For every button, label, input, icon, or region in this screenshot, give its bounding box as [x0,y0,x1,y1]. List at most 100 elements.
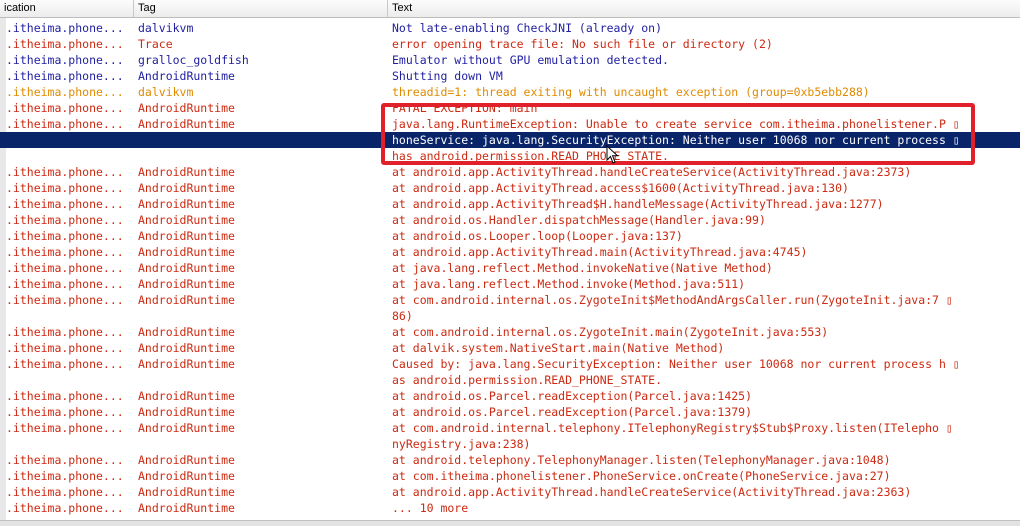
log-tag-cell: AndroidRuntime [138,69,235,83]
log-application-cell: .itheima.phone... [6,181,124,195]
log-row[interactable]: .itheima.phone... AndroidRuntime ... 10 mo… [0,500,1020,516]
log-row[interactable]: .itheima.phone... AndroidRuntime at androi… [0,484,1020,500]
log-application-cell: .itheima.phone... [6,37,124,51]
log-tag-cell: AndroidRuntime [138,501,235,515]
log-row[interactable]: .itheima.phone... Trace error opening trac… [0,36,1020,52]
log-application-cell: .itheima.phone... [6,389,124,403]
log-text-cell: as android.permission.READ_PHONE_STATE. [392,373,663,387]
log-tag-cell: AndroidRuntime [138,469,235,483]
column-header-tag[interactable]: Tag [134,0,388,17]
log-application-cell: .itheima.phone... [6,485,124,499]
log-row[interactable]: .itheima.phone... AndroidRuntime at com.an… [0,324,1020,340]
log-text-cell: at com.android.internal.os.ZygoteInit$Me… [392,293,953,307]
log-tag-cell: AndroidRuntime [138,277,235,291]
log-row[interactable]: .itheima.phone... gralloc_goldfish Emulato… [0,52,1020,68]
log-text-cell: at com.itheima.phonelistener.PhoneServic… [392,469,891,483]
log-application-cell: .itheima.phone... [6,325,124,339]
log-tag-cell: gralloc_goldfish [138,53,249,67]
log-tag-cell: AndroidRuntime [138,117,235,131]
log-application-cell: .itheima.phone... [6,501,124,515]
log-application-cell: .itheima.phone... [6,405,124,419]
log-row[interactable]: .itheima.phone... AndroidRuntime at androi… [0,212,1020,228]
log-tag-cell: AndroidRuntime [138,453,235,467]
log-text-cell: at java.lang.reflect.Method.invoke(Metho… [392,277,746,291]
log-tag-cell: AndroidRuntime [138,421,235,435]
log-row[interactable]: .itheima.phone... AndroidRuntime at com.an… [0,292,1020,308]
log-row[interactable]: as android.permission.READ_PHONE_STATE. [0,372,1020,388]
log-tag-cell: Trace [138,37,173,51]
log-text-cell: at com.android.internal.telephony.ITelep… [392,421,953,435]
log-row[interactable]: .itheima.phone... dalvikvm Not late-enabli… [0,20,1020,36]
log-text-cell: at dalvik.system.NativeStart.main(Native… [392,341,725,355]
log-tag-cell: AndroidRuntime [138,293,235,307]
highlight-box [381,103,975,165]
log-tag-cell: dalvikvm [138,85,194,99]
mouse-cursor-icon [606,145,619,164]
log-application-cell: .itheima.phone... [6,213,124,227]
log-application-cell: .itheima.phone... [6,293,124,307]
log-application-cell: .itheima.phone... [6,421,124,435]
logcat-window: ication Tag Text .itheima.phone... dalvik… [0,0,1020,526]
log-application-cell: .itheima.phone... [6,277,124,291]
horizontal-scrollbar[interactable] [0,520,1020,526]
log-row[interactable]: .itheima.phone... AndroidRuntime at androi… [0,388,1020,404]
log-text-cell: at java.lang.reflect.Method.invokeNative… [392,261,773,275]
log-row[interactable]: .itheima.phone... AndroidRuntime at androi… [0,244,1020,260]
log-row[interactable]: 86) [0,308,1020,324]
log-text-cell: Shutting down VM [392,69,503,83]
log-text-cell: at android.os.Looper.loop(Looper.java:13… [392,229,683,243]
log-application-cell: .itheima.phone... [6,453,124,467]
log-tag-cell: dalvikvm [138,21,194,35]
log-text-cell: at android.telephony.TelephonyManager.li… [392,453,891,467]
log-row[interactable]: .itheima.phone... AndroidRuntime at dalvik… [0,340,1020,356]
log-list[interactable]: .itheima.phone... dalvikvm Not late-enabli… [0,20,1020,516]
log-text-cell: Emulator without GPU emulation detected. [392,53,669,67]
log-application-cell: .itheima.phone... [6,261,124,275]
log-row[interactable]: .itheima.phone... AndroidRuntime at java.l… [0,260,1020,276]
log-row[interactable]: .itheima.phone... AndroidRuntime Caused by… [0,356,1020,372]
log-row[interactable]: .itheima.phone... AndroidRuntime at com.an… [0,420,1020,436]
log-text-cell: 86) [392,309,413,323]
log-application-cell: .itheima.phone... [6,21,124,35]
log-application-cell: .itheima.phone... [6,165,124,179]
log-text-cell: at android.os.Parcel.readException(Parce… [392,405,753,419]
log-application-cell: .itheima.phone... [6,197,124,211]
log-tag-cell: AndroidRuntime [138,229,235,243]
log-row[interactable]: .itheima.phone... AndroidRuntime at androi… [0,228,1020,244]
log-application-cell: .itheima.phone... [6,85,124,99]
log-application-cell: .itheima.phone... [6,117,124,131]
log-row[interactable]: .itheima.phone... AndroidRuntime at java.l… [0,276,1020,292]
log-text-cell: threadid=1: thread exiting with uncaught… [392,85,870,99]
log-application-cell: .itheima.phone... [6,469,124,483]
log-text-cell: Caused by: java.lang.SecurityException: … [392,357,960,371]
log-text-cell: at android.app.ActivityThread.access$160… [392,181,849,195]
log-application-cell: .itheima.phone... [6,357,124,371]
log-tag-cell: AndroidRuntime [138,245,235,259]
column-header-application[interactable]: ication [0,0,134,17]
log-tag-cell: AndroidRuntime [138,165,235,179]
log-row[interactable]: .itheima.phone... AndroidRuntime at androi… [0,404,1020,420]
log-tag-cell: AndroidRuntime [138,357,235,371]
log-row[interactable]: nyRegistry.java:238) [0,436,1020,452]
log-row[interactable]: .itheima.phone... AndroidRuntime at androi… [0,452,1020,468]
log-application-cell: .itheima.phone... [6,101,124,115]
log-tag-cell: AndroidRuntime [138,405,235,419]
log-text-cell: at android.app.ActivityThread$H.handleMe… [392,197,884,211]
log-text-cell: at android.os.Parcel.readException(Parce… [392,389,753,403]
log-tag-cell: AndroidRuntime [138,341,235,355]
log-row[interactable]: .itheima.phone... dalvikvm threadid=1: thr… [0,84,1020,100]
log-row[interactable]: .itheima.phone... AndroidRuntime at androi… [0,164,1020,180]
log-text-cell: at com.android.internal.os.ZygoteInit.ma… [392,325,829,339]
log-row[interactable]: .itheima.phone... AndroidRuntime at androi… [0,196,1020,212]
log-application-cell: .itheima.phone... [6,53,124,67]
column-header-text[interactable]: Text [388,0,1020,17]
log-text-cell: error opening trace file: No such file o… [392,37,773,51]
log-application-cell: .itheima.phone... [6,245,124,259]
log-application-cell: .itheima.phone... [6,229,124,243]
log-tag-cell: AndroidRuntime [138,213,235,227]
log-row[interactable]: .itheima.phone... AndroidRuntime at com.it… [0,468,1020,484]
log-tag-cell: AndroidRuntime [138,389,235,403]
log-row[interactable]: .itheima.phone... AndroidRuntime at androi… [0,180,1020,196]
log-row[interactable]: .itheima.phone... AndroidRuntime Shutting … [0,68,1020,84]
log-text-cell: nyRegistry.java:238) [392,437,531,451]
